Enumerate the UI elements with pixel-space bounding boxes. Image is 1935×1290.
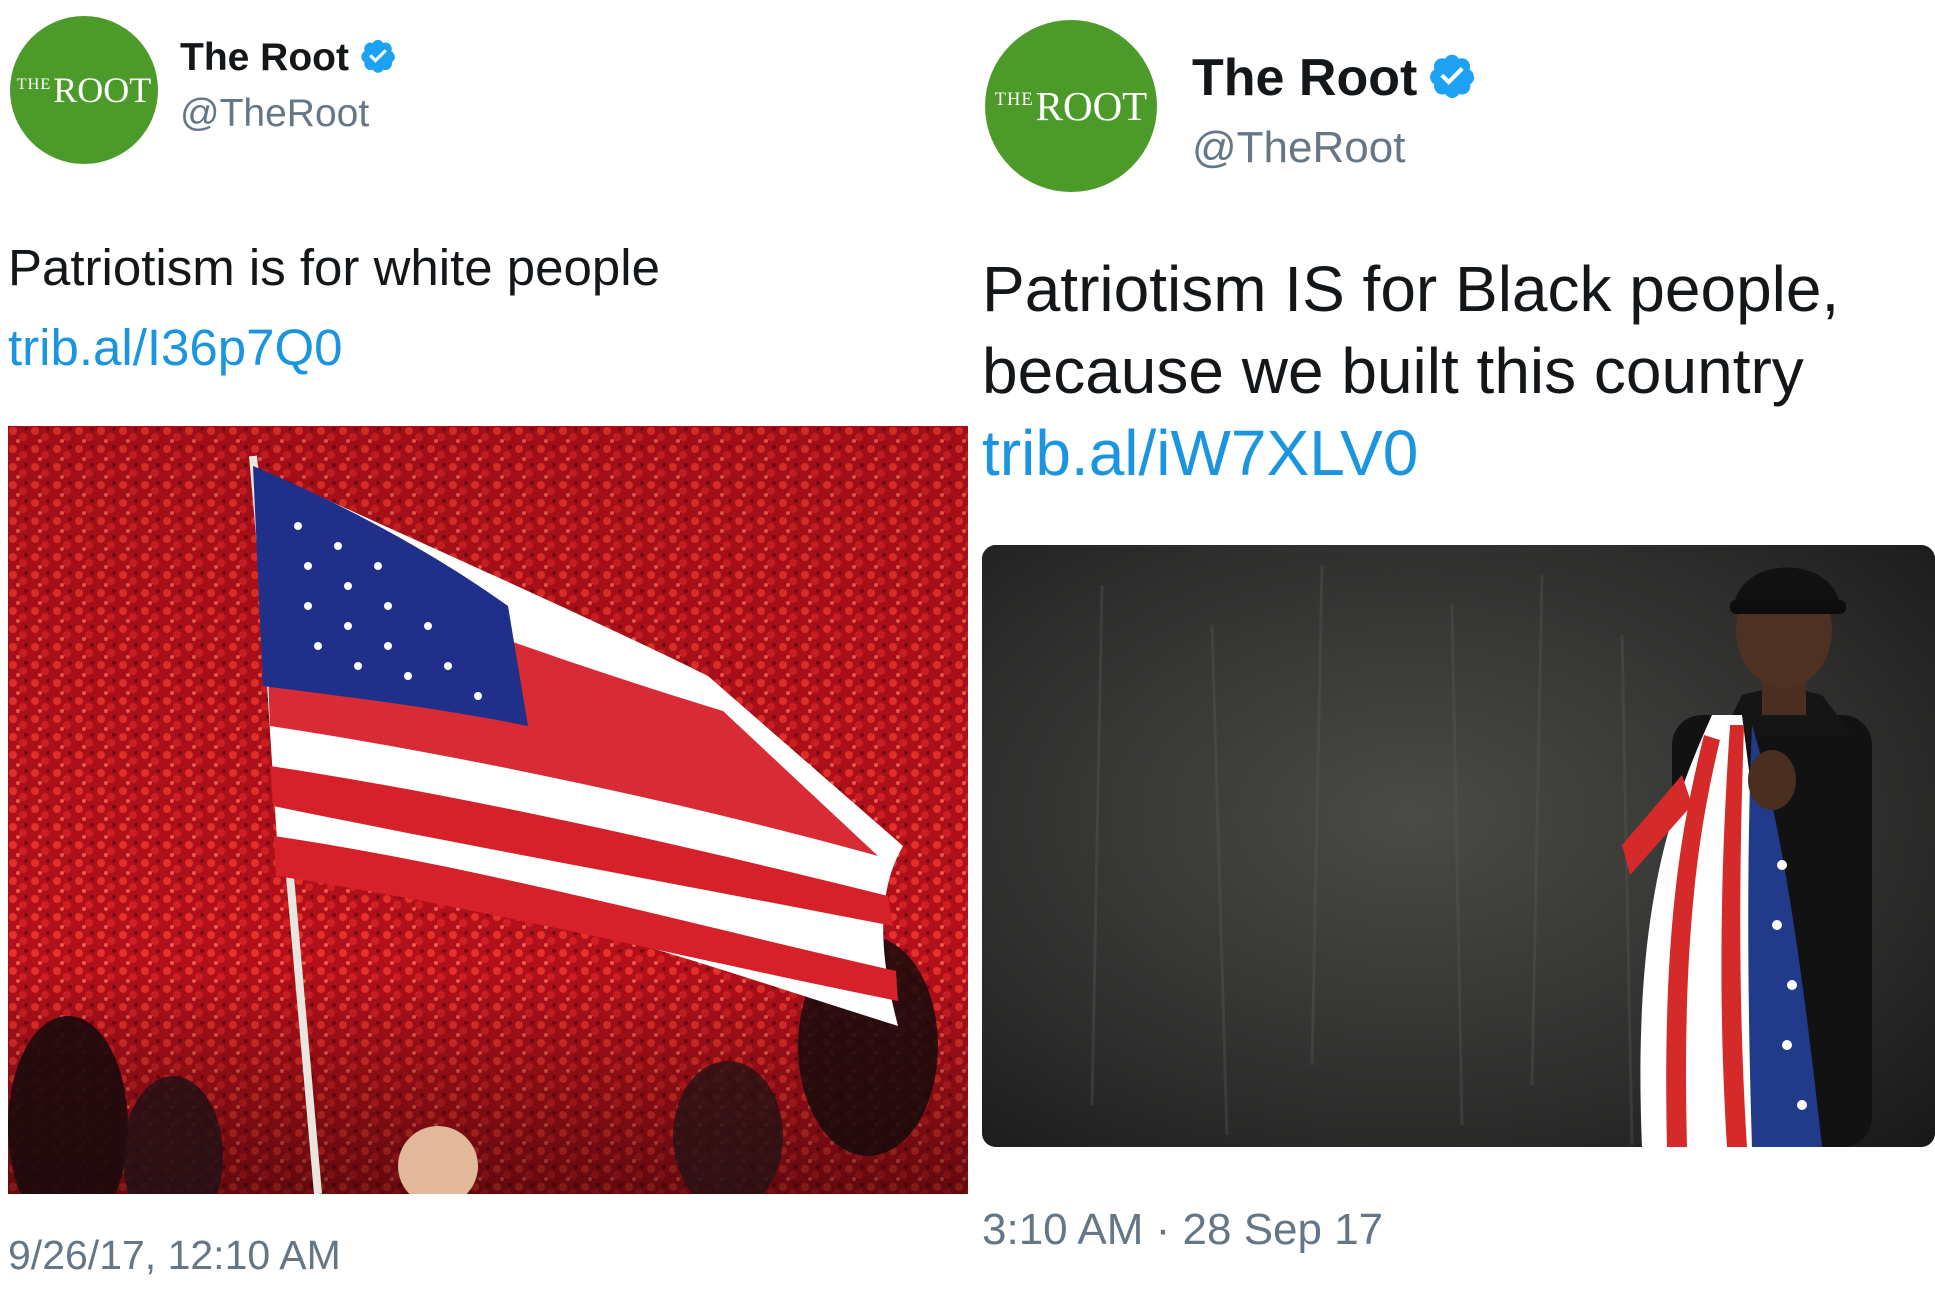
author-name-row: The Root — [180, 36, 397, 80]
tweet-text: Patriotism is for white people trib.al/I… — [8, 228, 958, 388]
left-tweet: THE ROOT The Root @TheRoot Patriotism is … — [0, 0, 970, 1290]
user-handle[interactable]: @TheRoot — [1192, 123, 1405, 173]
timestamp[interactable]: 3:10 AM · 28 Sep 17 — [982, 1205, 1383, 1255]
verified-badge-icon — [359, 37, 397, 80]
flag-in-stadium-photo — [8, 426, 968, 1194]
user-handle[interactable]: @TheRoot — [180, 92, 369, 136]
avatar-logo-main: ROOT — [1035, 83, 1148, 129]
tweet-body: Patriotism is for white people — [8, 239, 660, 296]
tweet-link[interactable]: trib.al/iW7XLV0 — [982, 417, 1418, 489]
avatar[interactable]: THE ROOT — [10, 16, 158, 164]
tweet-image[interactable] — [8, 426, 968, 1194]
display-name[interactable]: The Root — [1192, 48, 1417, 108]
tweet-text: Patriotism IS for Black people, because … — [982, 248, 1927, 494]
avatar-logo-small: THE — [994, 89, 1034, 110]
right-tweet: THE ROOT The Root @TheRoot Patriotism IS … — [970, 0, 1935, 1290]
tweet-image[interactable] — [982, 545, 1935, 1147]
avatar-logo-main: ROOT — [53, 70, 152, 110]
verified-badge-icon — [1427, 51, 1477, 106]
avatar[interactable]: THE ROOT — [985, 20, 1157, 192]
tweet-link[interactable]: trib.al/I36p7Q0 — [8, 319, 343, 376]
avatar-logo-small: THE — [16, 74, 52, 93]
man-wearing-flag-photo — [982, 545, 1935, 1147]
timestamp[interactable]: 9/26/17, 12:10 AM — [8, 1232, 341, 1279]
display-name[interactable]: The Root — [180, 36, 349, 80]
author-name-row: The Root — [1192, 48, 1477, 108]
tweet-body: Patriotism IS for Black people, because … — [982, 253, 1840, 407]
